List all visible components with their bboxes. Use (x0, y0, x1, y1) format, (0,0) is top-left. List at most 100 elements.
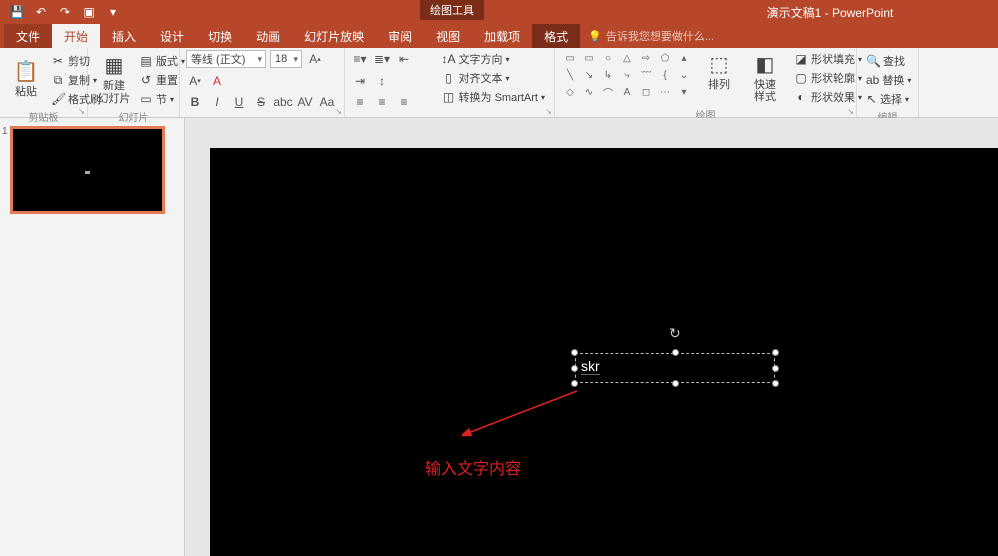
shapes-gallery[interactable]: ▭▭○△⇨⬠▴ ╲↘↳⤷﹋{⌄ ◇∿⌒A◻⋯▾ (561, 50, 693, 100)
save-icon[interactable]: 💾 (6, 2, 28, 22)
paragraph-launcher-icon[interactable]: ↘ (545, 107, 552, 116)
drawing-launcher-icon[interactable]: ↘ (847, 107, 854, 116)
slide-canvas[interactable]: ↻ skr 输入文字内容 (210, 148, 998, 556)
italic-button[interactable]: I (208, 93, 226, 111)
tab-slideshow[interactable]: 幻灯片放映 (292, 24, 376, 48)
font-launcher-icon[interactable]: ↘ (335, 107, 342, 116)
find-button[interactable]: 🔍查找 (863, 52, 912, 70)
paste-button[interactable]: 📋 粘贴 (6, 50, 46, 108)
text-box-content[interactable]: skr (581, 358, 600, 375)
shape-effects-button[interactable]: ◐形状效果▾ (791, 88, 865, 106)
shape-scroll-icon[interactable]: ⌄ (675, 67, 693, 83)
shape-rect2-icon[interactable]: ▭ (580, 50, 598, 66)
resize-handle-ml[interactable] (571, 365, 578, 372)
shape-line2-icon[interactable]: ↘ (580, 67, 598, 83)
change-case-button[interactable]: Aa (318, 93, 336, 111)
tab-addins[interactable]: 加载项 (472, 24, 532, 48)
bulb-icon: 💡 (588, 30, 602, 43)
line-spacing-button[interactable]: ↕ (373, 72, 391, 90)
tab-file[interactable]: 文件 (4, 24, 52, 48)
align-text-button[interactable]: ▯对齐文本▾ (439, 69, 548, 87)
tell-me-search[interactable]: 💡 告诉我您想要做什么... (588, 24, 714, 48)
resize-handle-mr[interactable] (772, 365, 779, 372)
slide-editor[interactable]: ↻ skr 输入文字内容 (185, 118, 998, 556)
tab-home[interactable]: 开始 (52, 24, 100, 48)
resize-handle-tr[interactable] (772, 349, 779, 356)
font-name-select[interactable]: 等线 (正文) (186, 50, 266, 68)
slide-thumbnails-panel[interactable]: 1 (0, 118, 185, 556)
underline-button[interactable]: U (230, 93, 248, 111)
text-direction-button[interactable]: ↕A文字方向▾ (439, 50, 548, 68)
align-center-button[interactable]: ≡ (373, 93, 391, 111)
resize-handle-bl[interactable] (571, 380, 578, 387)
tab-design[interactable]: 设计 (148, 24, 196, 48)
shape-outline-button[interactable]: ▢形状轮廓▾ (791, 69, 865, 87)
shape-circle-icon[interactable]: ○ (599, 50, 617, 66)
shape-curve-icon[interactable]: ﹋ (637, 67, 655, 83)
char-spacing-button[interactable]: AV (296, 93, 314, 111)
redo-icon[interactable]: ↷ (54, 2, 76, 22)
shape-up-icon[interactable]: ▴ (675, 50, 693, 66)
clipboard-launcher-icon[interactable]: ↘ (78, 107, 85, 116)
tell-me-label: 告诉我您想要做什么... (606, 28, 714, 44)
strikethrough-button[interactable]: S (252, 93, 270, 111)
resize-handle-br[interactable] (772, 380, 779, 387)
layout-icon: ▤ (139, 54, 153, 68)
tab-review[interactable]: 审阅 (376, 24, 424, 48)
shape-down-icon[interactable]: ▾ (675, 84, 693, 100)
replace-button[interactable]: ab替换▾ (863, 71, 912, 89)
shape-arc-icon[interactable]: ⌒ (599, 84, 617, 100)
rotate-handle-icon[interactable]: ↻ (669, 325, 681, 342)
increase-font-icon[interactable]: A▴ (306, 50, 324, 68)
shape-star-icon[interactable]: ⬠ (656, 50, 674, 66)
search-icon: 🔍 (866, 54, 880, 68)
quick-styles-button[interactable]: ◧快速样式 (745, 50, 785, 105)
undo-icon[interactable]: ↶ (30, 2, 52, 22)
shadow-button[interactable]: abc (274, 93, 292, 111)
clear-format-icon[interactable]: A (208, 72, 226, 90)
select-icon: ↖ (866, 92, 877, 106)
shape-line-icon[interactable]: ╲ (561, 67, 579, 83)
convert-smartart-button[interactable]: ◫转换为 SmartArt▾ (439, 88, 548, 106)
decrease-indent-button[interactable]: ⇤ (395, 50, 413, 68)
font-size-select[interactable]: 18 (270, 50, 302, 68)
increase-indent-button[interactable]: ⇥ (351, 72, 369, 90)
section-icon: ▭ (139, 92, 153, 106)
window-title: 演示文稿1 - PowerPoint (767, 4, 894, 21)
shape-rect-icon[interactable]: ▭ (561, 50, 579, 66)
align-right-button[interactable]: ≡ (395, 93, 413, 111)
shape-poly-icon[interactable]: ◇ (561, 84, 579, 100)
text-box[interactable]: ↻ skr (575, 353, 775, 383)
select-button[interactable]: ↖选择▾ (863, 90, 912, 108)
shape-callout-icon[interactable]: ◻ (637, 84, 655, 100)
shape-brace-icon[interactable]: { (656, 67, 674, 83)
shape-free-icon[interactable]: ∿ (580, 84, 598, 100)
shape-text-icon[interactable]: A (618, 84, 636, 100)
start-slideshow-icon[interactable]: ▣ (78, 2, 100, 22)
numbering-button[interactable]: ≣▾ (373, 50, 391, 68)
decrease-font-icon[interactable]: A▾ (186, 72, 204, 90)
bold-button[interactable]: B (186, 93, 204, 111)
resize-handle-tl[interactable] (571, 349, 578, 356)
shape-more-icon[interactable]: ⋯ (656, 84, 674, 100)
arrange-button[interactable]: ⬚排列 (699, 50, 739, 93)
tab-insert[interactable]: 插入 (100, 24, 148, 48)
tab-format[interactable]: 格式 (532, 24, 580, 48)
resize-handle-bm[interactable] (672, 380, 679, 387)
shape-arrow-icon[interactable]: ⇨ (637, 50, 655, 66)
bullets-button[interactable]: ≡▾ (351, 50, 369, 68)
tab-animations[interactable]: 动画 (244, 24, 292, 48)
tab-transitions[interactable]: 切换 (196, 24, 244, 48)
thumb-number: 1 (2, 126, 8, 137)
new-slide-button[interactable]: ▦ 新建 幻灯片 (94, 50, 134, 108)
qat-customize-icon[interactable]: ▾ (102, 2, 124, 22)
slide-thumbnail-1[interactable] (10, 126, 165, 214)
shape-fill-button[interactable]: ◪形状填充▾ (791, 50, 865, 68)
tab-view[interactable]: 视图 (424, 24, 472, 48)
shape-conn-icon[interactable]: ↳ (599, 67, 617, 83)
shape-triangle-icon[interactable]: △ (618, 50, 636, 66)
resize-handle-tm[interactable] (672, 349, 679, 356)
reset-icon: ↺ (139, 73, 153, 87)
shape-conn2-icon[interactable]: ⤷ (618, 67, 636, 83)
align-left-button[interactable]: ≡ (351, 93, 369, 111)
